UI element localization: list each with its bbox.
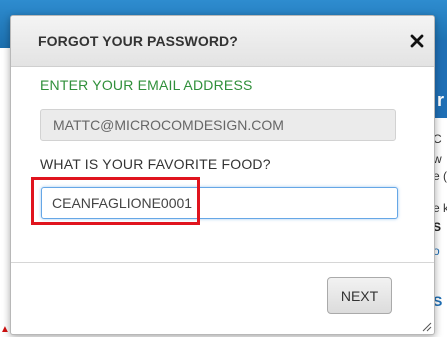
forgot-password-modal: FORGOT YOUR PASSWORD? ENTER YOUR EMAIL A…: [10, 15, 435, 335]
email-field[interactable]: [40, 109, 396, 141]
background-fragment: e k: [433, 201, 447, 215]
favorite-food-label: WHAT IS YOUR FAVORITE FOOD?: [40, 156, 271, 172]
background-fragment-r: r: [437, 90, 445, 110]
modal-title: FORGOT YOUR PASSWORD?: [38, 33, 238, 49]
background-fragment: e (: [433, 169, 447, 183]
next-button[interactable]: NEXT: [327, 277, 392, 314]
background-red-mark: ▲: [0, 324, 10, 335]
modal-divider: [11, 262, 434, 263]
email-label: ENTER YOUR EMAIL ADDRESS: [40, 77, 253, 93]
modal-header: FORGOT YOUR PASSWORD?: [11, 16, 434, 67]
close-button[interactable]: [410, 34, 424, 48]
favorite-food-input[interactable]: [41, 187, 398, 219]
resize-grip-icon[interactable]: [420, 320, 432, 332]
close-icon: [410, 34, 424, 48]
